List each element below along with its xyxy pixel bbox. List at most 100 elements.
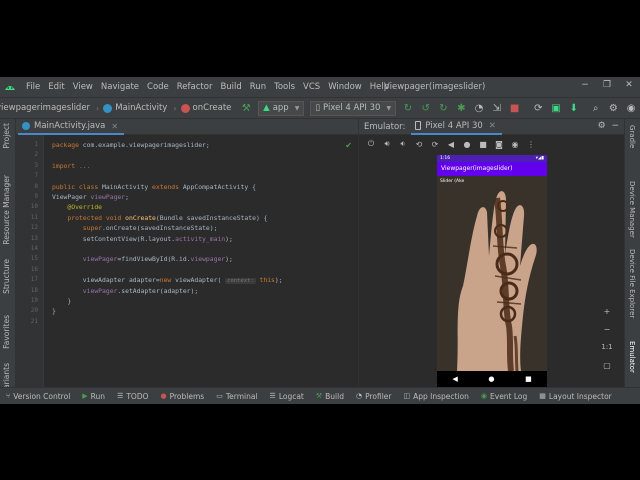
hammer-build-icon[interactable]: ⚒: [239, 101, 253, 115]
code-line[interactable]: viewPager.setAdapter(adapter);: [52, 287, 198, 295]
code-line[interactable]: package com.example.viewpagerimageslider…: [52, 141, 210, 149]
menu-window[interactable]: Window: [324, 82, 366, 92]
code-line[interactable]: protected void onCreate(Bundle savedInst…: [52, 214, 267, 222]
code-line[interactable]: import ...: [52, 162, 91, 170]
tool-window-label: Version Control: [13, 391, 71, 401]
run-again-icon[interactable]: ↻: [437, 101, 451, 115]
emulator-device-tab[interactable]: Pixel 4 API 30 ✕: [411, 119, 502, 135]
code-line[interactable]: viewAdapter adapter=new viewAdapter( con…: [52, 276, 283, 285]
tool-tab-resource-manager[interactable]: Resource Manager: [2, 175, 11, 245]
screen: File Edit View Navigate Code Refactor Build Run…: [0, 0, 640, 480]
volume-up-icon[interactable]: 🔊︎: [379, 139, 395, 149]
apply-changes-icon[interactable]: ↻: [401, 101, 415, 115]
volume-down-icon[interactable]: 🔉︎: [395, 139, 411, 149]
debug-icon[interactable]: ✱: [454, 101, 468, 115]
tool-tab-gradle[interactable]: Gradle: [628, 125, 636, 148]
rotate-left-icon[interactable]: ⟲: [411, 140, 427, 149]
code-line[interactable]: viewPager=findViewById(R.id.viewpager);: [52, 255, 233, 263]
fit-screen-icon[interactable]: ▢: [603, 361, 611, 379]
code-line[interactable]: public class MainActivity extends AppCom…: [52, 183, 256, 191]
sdk-manager-icon[interactable]: ⬇: [567, 101, 581, 115]
tool-tab-favorites[interactable]: Favorites: [2, 315, 11, 349]
zoom-1-1-button[interactable]: 1:1: [601, 343, 612, 361]
menu-file[interactable]: File: [22, 82, 44, 92]
zoom-in-icon[interactable]: +: [604, 307, 611, 325]
screenshot-icon[interactable]: ◙: [491, 140, 507, 149]
menu-build[interactable]: Build: [216, 82, 245, 92]
minimize-icon[interactable]: −: [574, 77, 596, 97]
phone-screen[interactable]: 1:16 ▾◢▮ Viewpager(imageslider) Slider (…: [437, 155, 547, 387]
tool-window-problems[interactable]: ● Problems: [161, 392, 205, 401]
viewpager-slide[interactable]: Slider (Ake: [437, 176, 547, 371]
code-line[interactable]: setContentView(R.layout.activity_main);: [52, 235, 233, 243]
code-line[interactable]: }: [52, 307, 56, 315]
event-log-icon: ◉: [480, 392, 488, 400]
close-tab-icon[interactable]: ✕: [111, 122, 118, 131]
home-icon[interactable]: ●: [459, 140, 475, 149]
close-tab-icon[interactable]: ✕: [489, 121, 496, 131]
tool-window-layout-inspector[interactable]: ▦ Layout Inspector: [539, 392, 612, 401]
menu-edit[interactable]: Edit: [44, 82, 68, 92]
rotate-right-icon[interactable]: ⟳: [427, 140, 443, 149]
editor-tab-mainactivity[interactable]: MainActivity.java ✕: [18, 119, 125, 135]
breadcrumb-class[interactable]: MainActivity: [103, 103, 167, 113]
menu-refactor[interactable]: Refactor: [173, 82, 217, 92]
tool-tab-project[interactable]: Project: [2, 123, 11, 149]
line-number: 10: [30, 203, 38, 211]
run-config-select[interactable]: ▲ app ▼: [258, 100, 305, 116]
avd-manager-icon[interactable]: ▣: [549, 101, 563, 115]
menu-code[interactable]: Code: [143, 82, 173, 92]
device-select[interactable]: ▯ Pixel 4 API 30 ▼: [310, 100, 397, 116]
overview-icon[interactable]: ■: [475, 140, 491, 149]
back-icon[interactable]: ◀: [443, 140, 459, 149]
close-icon[interactable]: ✕: [618, 77, 640, 97]
search-icon[interactable]: ⌕: [589, 101, 603, 115]
gradle-sync-icon[interactable]: ⟳: [531, 101, 545, 115]
nav-recents-icon[interactable]: ■: [525, 375, 532, 383]
tool-window-version-control[interactable]: ⑂ Version Control: [6, 392, 70, 401]
tool-window-profiler[interactable]: ◔ Profiler: [356, 392, 392, 401]
tool-window-terminal[interactable]: ▭ Terminal: [216, 392, 257, 401]
code-line[interactable]: super.onCreate(savedInstanceState);: [52, 224, 218, 232]
settings-icon[interactable]: ⚙ −: [598, 121, 619, 131]
stop-icon[interactable]: ■: [508, 101, 522, 115]
line-number: 7: [34, 172, 38, 180]
tool-tab-device-file-explorer[interactable]: Device File Explorer: [628, 249, 636, 318]
tool-window-logcat[interactable]: ☰ Logcat: [270, 392, 304, 401]
editor-tabs: MainActivity.java ✕: [16, 119, 358, 135]
account-icon[interactable]: ◉: [624, 101, 638, 115]
tool-window-todo[interactable]: ☰ TODO: [117, 392, 148, 401]
line-number: 2: [34, 151, 38, 159]
tool-window-run[interactable]: ▶ Run: [82, 392, 105, 401]
snapshot-icon[interactable]: ◉: [507, 140, 523, 149]
settings-icon[interactable]: ⚙: [607, 101, 621, 115]
nav-back-icon[interactable]: ◀: [452, 375, 457, 383]
breadcrumb-method[interactable]: onCreate: [180, 103, 231, 113]
menu-navigate[interactable]: Navigate: [97, 82, 143, 92]
code-line[interactable]: @Override: [52, 203, 102, 211]
tool-window-app-inspection[interactable]: ◫ App Inspection: [404, 392, 469, 401]
code-line[interactable]: ViewPager viewPager;: [52, 193, 129, 201]
tool-tab-structure[interactable]: Structure: [2, 259, 11, 294]
power-icon[interactable]: ⏻: [363, 139, 379, 149]
tool-tab-emulator[interactable]: Emulator: [628, 341, 636, 373]
bottom-tool-bar: ⑂ Version Control ▶ Run ☰ TODO ● Problems ▭ Termi…: [0, 387, 640, 404]
menu-run[interactable]: Run: [246, 82, 270, 92]
tool-window-event-log[interactable]: ◉ Event Log: [481, 392, 527, 401]
profile-icon[interactable]: ◔: [472, 101, 486, 115]
more-icon[interactable]: ⋮: [523, 140, 539, 149]
attach-debugger-icon[interactable]: ⇲: [490, 101, 504, 115]
breadcrumb-project[interactable]: viewpagerimageslider: [0, 103, 90, 113]
menu-vcs[interactable]: VCS: [299, 82, 324, 92]
apply-code-changes-icon[interactable]: ↺: [419, 101, 433, 115]
tool-tab-device-manager[interactable]: Device Manager: [628, 181, 636, 238]
nav-home-icon[interactable]: ●: [488, 375, 494, 383]
tool-window-build[interactable]: ⚒ Build: [316, 392, 344, 401]
menu-tools[interactable]: Tools: [270, 82, 299, 92]
menu-view[interactable]: View: [69, 82, 97, 92]
maximize-icon[interactable]: ❐: [596, 77, 618, 97]
class-icon: [103, 103, 113, 113]
zoom-out-icon[interactable]: −: [604, 325, 611, 343]
code-line[interactable]: }: [52, 297, 71, 305]
breadcrumb-separator-icon: ›: [96, 103, 100, 113]
